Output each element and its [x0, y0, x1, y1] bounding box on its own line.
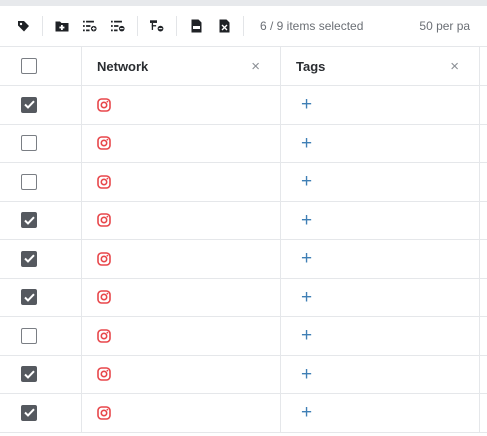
table-row[interactable]: + [0, 124, 487, 163]
tags-cell: + [281, 394, 480, 432]
network-cell [82, 317, 281, 355]
table-row[interactable]: + [0, 240, 487, 279]
grid-header-row: Network × Tags × [0, 46, 487, 86]
header-checkbox-cell [0, 47, 82, 85]
row-checkbox-cell [0, 278, 82, 316]
bulk-actions-toolbar: 6 / 9 items selected 50 per pa [0, 6, 487, 46]
row-checkbox-cell [0, 355, 82, 393]
column-header-overflow [480, 47, 487, 85]
overflow-cell [480, 125, 487, 163]
overflow-cell [480, 394, 487, 432]
instagram-icon [97, 290, 111, 305]
tags-cell: + [281, 124, 480, 162]
row-checkbox[interactable] [21, 289, 37, 306]
network-cell [82, 278, 281, 316]
instagram-icon [97, 405, 111, 420]
row-checkbox-cell [0, 201, 82, 239]
row-checkbox-cell [0, 163, 82, 201]
add-tag-icon[interactable]: + [301, 249, 312, 268]
tags-cell: + [281, 201, 480, 239]
add-tag-icon[interactable]: + [301, 211, 312, 230]
table-row[interactable]: + [0, 163, 487, 202]
column-header-label: Tags [296, 58, 326, 74]
instagram-icon [97, 367, 111, 382]
column-header-network[interactable]: Network × [82, 47, 281, 85]
select-all-checkbox[interactable] [21, 58, 37, 74]
row-checkbox-cell [0, 86, 82, 124]
instagram-icon [97, 97, 111, 112]
row-checkbox[interactable] [21, 404, 37, 421]
instagram-icon [97, 328, 111, 343]
add-tag-icon[interactable]: + [301, 95, 312, 114]
table-row[interactable]: + [0, 201, 487, 240]
selection-count: 6 / 9 items selected [260, 19, 364, 33]
overflow-cell [480, 356, 487, 394]
add-tag-icon[interactable]: + [301, 365, 312, 384]
row-checkbox[interactable] [21, 173, 37, 190]
table-row[interactable]: + [0, 86, 487, 125]
row-checkbox[interactable] [21, 212, 37, 229]
add-tag-icon[interactable]: + [301, 403, 312, 422]
close-icon[interactable]: × [450, 59, 459, 74]
add-tag-icon[interactable]: + [301, 326, 312, 345]
add-tag-icon[interactable]: + [301, 134, 312, 153]
instagram-icon [97, 136, 111, 151]
table-row[interactable]: + [0, 278, 487, 317]
tags-cell: + [281, 317, 480, 355]
row-checkbox[interactable] [21, 250, 37, 267]
tags-cell: + [281, 240, 480, 278]
row-checkbox-cell [0, 394, 82, 432]
per-page-selector[interactable]: 50 per pa [419, 19, 470, 33]
row-checkbox[interactable] [21, 366, 37, 383]
export-csv-icon[interactable] [189, 19, 203, 33]
overflow-cell [480, 86, 487, 124]
table-row[interactable]: + [0, 355, 487, 394]
list-add-icon[interactable] [83, 19, 97, 33]
data-grid: Network × Tags × + + + + + + + + + [0, 46, 487, 433]
add-tag-icon[interactable]: + [301, 172, 312, 191]
row-checkbox[interactable] [21, 96, 37, 113]
network-cell [82, 394, 281, 432]
network-cell [82, 86, 281, 124]
overflow-cell [480, 240, 487, 278]
export-excel-icon[interactable] [217, 19, 231, 33]
tags-cell: + [281, 86, 480, 124]
tags-cell: + [281, 355, 480, 393]
row-checkbox[interactable] [21, 135, 37, 152]
row-checkbox-cell [0, 240, 82, 278]
list-remove-icon[interactable] [111, 19, 125, 33]
column-header-tags[interactable]: Tags × [281, 47, 480, 85]
network-cell [82, 240, 281, 278]
close-icon[interactable]: × [251, 59, 260, 74]
folder-add-icon[interactable] [55, 19, 69, 33]
row-checkbox[interactable] [21, 327, 37, 344]
overflow-cell [480, 317, 487, 355]
instagram-icon [97, 251, 111, 266]
table-row[interactable]: + [0, 317, 487, 356]
toolbar-separator [137, 16, 138, 36]
overflow-cell [480, 202, 487, 240]
hierarchy-remove-icon[interactable] [150, 19, 164, 33]
network-cell [82, 124, 281, 162]
overflow-cell [480, 163, 487, 201]
add-tag-icon[interactable]: + [301, 288, 312, 307]
table-row[interactable]: + [0, 394, 487, 433]
toolbar-separator [243, 16, 244, 36]
network-cell [82, 163, 281, 201]
toolbar-separator [176, 16, 177, 36]
instagram-icon [97, 174, 111, 189]
toolbar-separator [42, 16, 43, 36]
column-header-label: Network [97, 58, 149, 74]
tag-icon[interactable] [16, 19, 30, 33]
row-checkbox-cell [0, 124, 82, 162]
grid-body: + + + + + + + + + [0, 86, 487, 433]
row-checkbox-cell [0, 317, 82, 355]
overflow-cell [480, 279, 487, 317]
instagram-icon [97, 213, 111, 228]
tags-cell: + [281, 278, 480, 316]
tags-cell: + [281, 163, 480, 201]
network-cell [82, 201, 281, 239]
network-cell [82, 355, 281, 393]
